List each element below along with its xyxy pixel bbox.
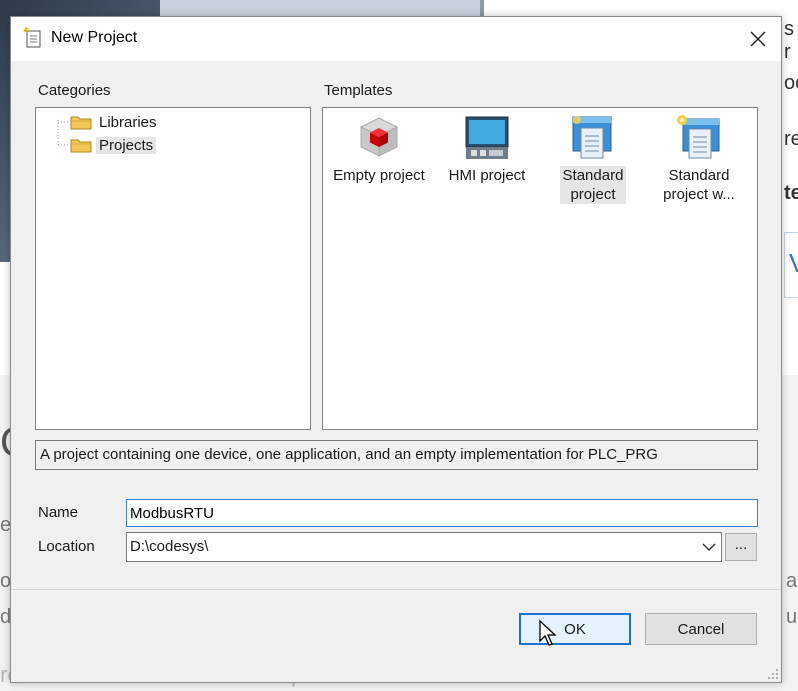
folder-icon [70,116,92,130]
template-label: Standard project w... [663,167,735,203]
tree-item-label: Projects [96,136,157,154]
template-label: HMI project [448,167,526,184]
mouse-cursor-icon [539,619,557,646]
template-hmi-project[interactable]: HMI project [435,114,539,185]
dialog-title: New Project [51,29,138,46]
background-text-fragment: a [786,570,798,592]
background-text-fragment: oc [784,72,798,94]
cube-icon [359,117,399,157]
dialog-separator [11,589,781,590]
template-label: Standard project [559,166,627,204]
chevron-down-icon[interactable] [701,539,717,555]
location-combobox[interactable]: D:\codesys\ [126,532,722,562]
template-empty-project[interactable]: Empty project [327,114,431,185]
tree-item-label: Libraries [99,113,157,131]
background-v-box: V [784,232,798,298]
dialog-titlebar[interactable]: New Project [11,17,781,61]
template-standard-project[interactable]: Standard project [541,114,645,204]
name-input[interactable] [126,499,758,527]
close-button[interactable] [735,17,781,61]
tree-item-projects[interactable]: Projects [70,135,157,155]
browse-button[interactable]: ... [725,533,757,561]
tree-item-libraries[interactable]: Libraries [70,112,160,132]
standard-project-wizard-icon [677,115,720,159]
hmi-screen-icon [465,116,509,159]
categories-label: Categories [38,82,111,99]
location-label: Location [38,538,95,555]
close-icon [750,31,766,47]
template-standard-project-wizard[interactable]: Standard project w... [647,114,751,204]
templates-list[interactable]: Empty project HMI project Standard proje… [322,107,758,430]
new-document-icon [23,27,41,48]
location-value: D:\codesys\ [130,538,209,555]
background-text-fragment: s r [784,18,794,63]
folder-icon [70,139,92,153]
background-text-fragment: te [784,182,798,204]
ok-button[interactable]: OK [519,613,631,645]
templates-label: Templates [324,82,393,99]
name-label: Name [38,504,79,521]
new-project-dialog: New Project Categories Templates Librari… [10,16,782,683]
background-text-fragment: u [786,606,798,628]
standard-project-icon [572,116,612,159]
categories-tree[interactable]: Libraries Projects [35,107,311,430]
template-description: A project containing one device, one app… [35,440,758,470]
resize-grip-icon[interactable] [767,668,779,680]
template-label: Empty project [333,167,425,184]
background-text-fragment: re [784,128,798,150]
cancel-button[interactable]: Cancel [645,613,757,645]
